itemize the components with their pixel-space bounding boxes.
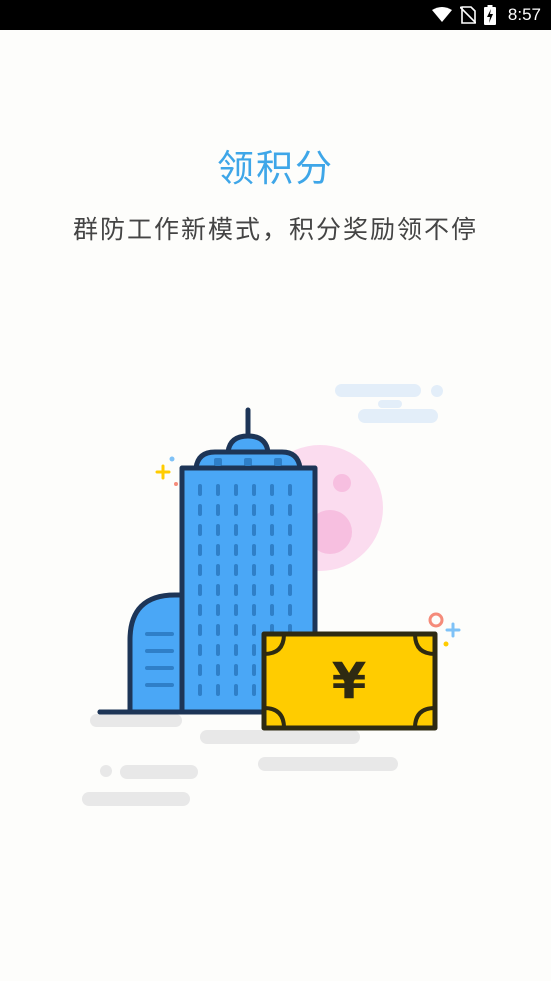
no-sim-icon xyxy=(459,6,476,24)
page-subtitle: 群防工作新模式，积分奖励领不停 xyxy=(72,215,478,244)
onboarding-illustration: ¥ xyxy=(70,370,480,820)
battery-charging-icon xyxy=(483,5,496,25)
currency-symbol: ¥ xyxy=(332,652,367,710)
status-icons: 8:57 xyxy=(431,0,541,30)
cloud-icon xyxy=(335,384,443,423)
page-title: 领积分 xyxy=(217,147,334,190)
banknote-icon: ¥ xyxy=(261,631,438,731)
illustration-svg: ¥ xyxy=(82,384,461,806)
status-bar: 8:57 xyxy=(0,0,551,30)
wifi-icon xyxy=(431,7,452,22)
status-time: 8:57 xyxy=(507,5,541,24)
